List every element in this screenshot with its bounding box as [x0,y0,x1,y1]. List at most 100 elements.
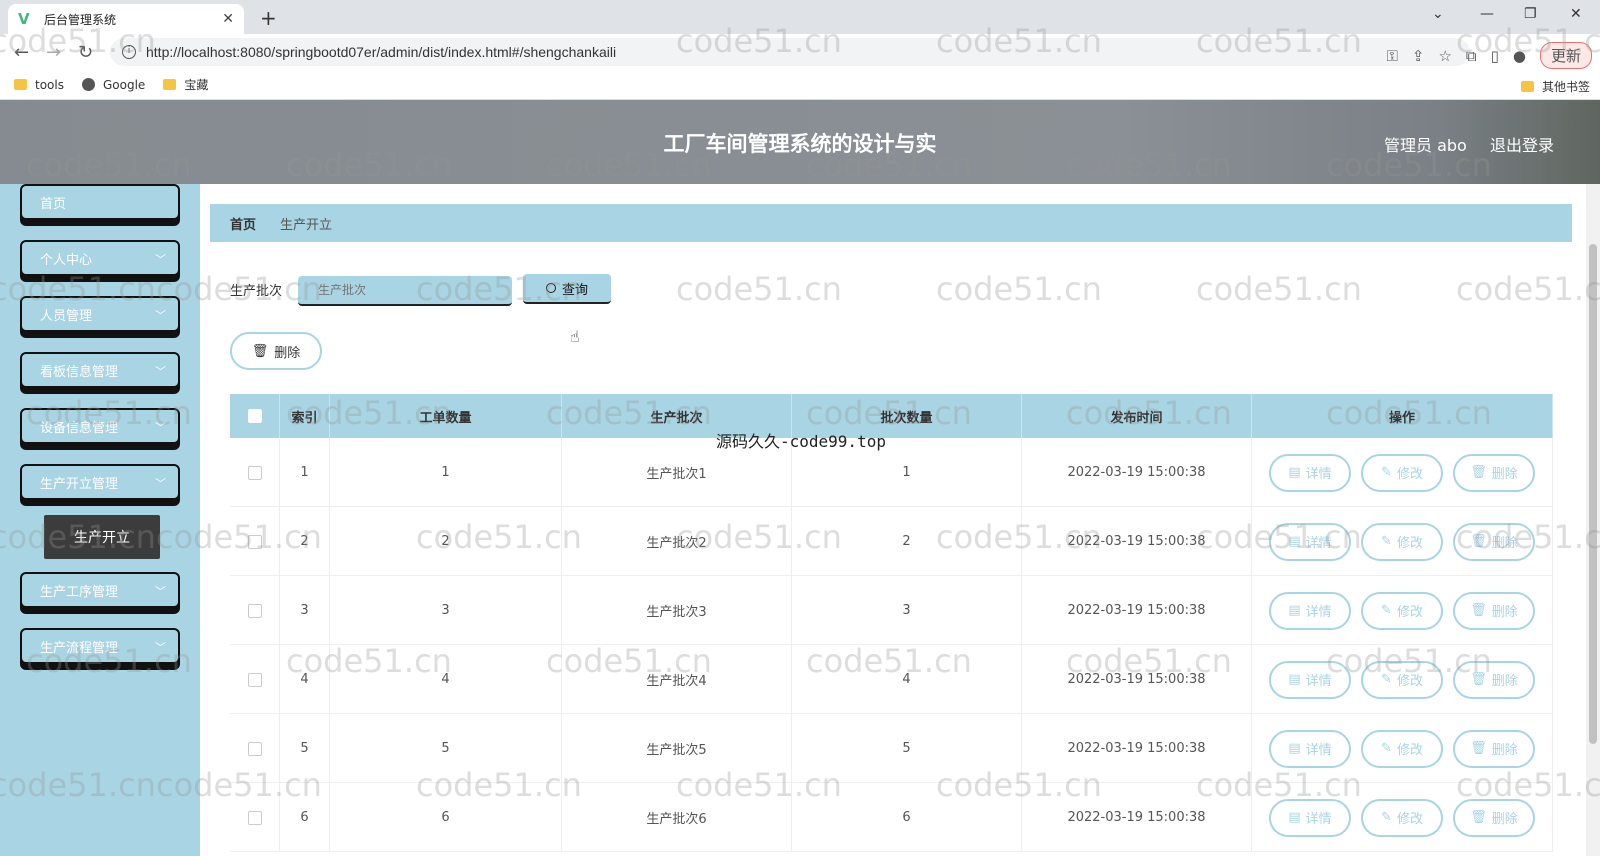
cell-index: 5 [280,714,330,783]
cell-actions: ▤ 详情 ✎ 修改 🗑 删除 [1252,714,1553,783]
edit-button[interactable]: ✎ 修改 [1361,798,1443,837]
sidebar-item-board[interactable]: 看板信息管理 ﹀ [20,352,180,388]
document-icon: ▤ [1288,741,1301,756]
detail-button[interactable]: ▤ 详情 [1269,798,1351,837]
detail-button[interactable]: ▤ 详情 [1269,660,1351,699]
close-tab-icon[interactable]: ✕ [222,11,234,27]
sidebar-item-process[interactable]: 生产工序管理 ﹀ [20,572,180,608]
query-button[interactable]: 查询 [523,274,611,304]
delete-button[interactable]: 🗑 删除 [1453,591,1535,630]
chevron-down-icon: ﹀ [155,421,166,434]
chevron-down-icon: ﹀ [155,641,166,654]
pencil-icon: ✎ [1381,465,1392,480]
header-actions: 操作 [1252,394,1553,438]
page-scrollbar[interactable] [1586,184,1600,856]
row-checkbox[interactable] [247,603,262,618]
logout-link[interactable]: 退出登录 [1490,132,1554,156]
row-checkbox[interactable] [247,534,262,549]
detail-button[interactable]: ▤ 详情 [1269,591,1351,630]
row-select-cell [230,714,280,783]
other-bookmarks-label: 其他书签 [1541,80,1590,94]
row-checkbox[interactable] [247,741,262,756]
minimize-icon[interactable]: — [1480,6,1494,22]
delete-button[interactable]: 🗑 删除 [1453,729,1535,768]
delete-button[interactable]: 🗑 删除 [1453,522,1535,561]
sidebar-item-flow[interactable]: 生产流程管理 ﹀ [20,628,180,664]
cell-batch: 生产批次3 [562,576,792,645]
edit-button[interactable]: ✎ 修改 [1361,591,1443,630]
sidebar-item-staff[interactable]: 人员管理 ﹀ [20,296,180,332]
header-publish-time[interactable]: 发布时间 [1022,394,1252,438]
cell-publish-time: 2022-03-19 15:00:38 [1022,714,1252,783]
address-actions: ⚿ ⇪ ☆ ⧉ ▯ ● 更新 [1386,42,1592,69]
forward-icon[interactable]: → [46,42,61,63]
detail-button[interactable]: ▤ 详情 [1269,522,1351,561]
edit-button[interactable]: ✎ 修改 [1361,729,1443,768]
cell-publish-time: 2022-03-19 15:00:38 [1022,783,1252,852]
row-checkbox[interactable] [247,672,262,687]
center-watermark: 源码久久-code99.top [716,432,886,451]
sidebar-item-personal-center[interactable]: 个人中心 ﹀ [20,240,180,276]
detail-button-label: 详情 [1305,674,1332,689]
star-icon[interactable]: ☆ [1438,47,1451,65]
edit-button[interactable]: ✎ 修改 [1361,660,1443,699]
detail-button-label: 详情 [1305,743,1332,758]
delete-button-label: 删除 [1491,674,1518,689]
delete-button[interactable]: 🗑 删除 [1453,660,1535,699]
bookmark-google[interactable]: Google [81,78,145,92]
other-bookmarks[interactable]: 其他书签 [1520,78,1590,95]
bookmark-tools[interactable]: tools [14,78,64,92]
document-icon: ▤ [1288,465,1301,480]
sidebar-item-label: 个人中心 [40,252,93,268]
new-tab-icon[interactable]: + [260,6,277,30]
sidebar-item-home[interactable]: 首页 [20,184,180,220]
trash-icon: 🗑 [1470,810,1487,825]
select-all-checkbox[interactable] [247,409,262,423]
batch-delete-button[interactable]: 🗑 删除 [230,332,322,370]
update-button[interactable]: 更新 [1539,42,1592,69]
edit-button[interactable]: ✎ 修改 [1361,453,1443,492]
detail-button[interactable]: ▤ 详情 [1269,729,1351,768]
browser-tab[interactable]: V 后台管理系统 ✕ [8,4,244,34]
document-icon: ▤ [1288,672,1301,687]
pencil-icon: ✎ [1381,741,1392,756]
detail-button[interactable]: ▤ 详情 [1269,453,1351,492]
back-icon[interactable]: ← [14,42,29,63]
bookmark-treasure[interactable]: 宝藏 [163,76,208,93]
delete-button[interactable]: 🗑 删除 [1453,798,1535,837]
share-icon[interactable]: ⇪ [1412,47,1425,65]
header-index[interactable]: 索引 [280,394,330,438]
site-info-icon[interactable]: i [122,45,136,59]
sidebar-item-production-open[interactable]: 生产开立管理 ﹀ [20,464,180,500]
breadcrumb: 首页 生产开立 [210,204,1572,242]
row-checkbox[interactable] [247,465,262,480]
delete-button[interactable]: 🗑 删除 [1453,453,1535,492]
edit-button[interactable]: ✎ 修改 [1361,522,1443,561]
reload-icon[interactable]: ↻ [78,42,93,63]
header-order-count[interactable]: 工单数量 [330,394,562,438]
sidebar-item-label: 生产开立管理 [40,476,119,492]
submenu-item-production-open[interactable]: 生产开立 [44,515,160,559]
close-window-icon[interactable]: ✕ [1570,6,1582,22]
extensions-icon[interactable]: ⧉ [1466,47,1477,65]
scrollbar-thumb[interactable] [1589,244,1597,744]
document-icon: ▤ [1288,603,1301,618]
cell-batch-qty: 4 [792,645,1022,714]
profile-icon[interactable]: ● [1513,47,1526,65]
batch-search-input[interactable] [298,276,512,306]
cell-batch: 生产批次4 [562,645,792,714]
delete-button-label: 删除 [1491,467,1518,482]
row-checkbox[interactable] [247,810,262,825]
breadcrumb-home[interactable]: 首页 [230,214,256,233]
row-select-cell [230,438,280,507]
key-icon[interactable]: ⚿ [1386,47,1397,65]
select-all-cell [230,394,280,438]
breadcrumb-current: 生产开立 [280,217,333,233]
restore-icon[interactable]: ❐ [1524,6,1537,22]
pencil-icon: ✎ [1381,672,1392,687]
sidepanel-icon[interactable]: ▯ [1491,47,1499,65]
url-field[interactable]: i http://localhost:8080/springbootd07er/… [110,38,1470,66]
tab-search-icon[interactable]: ⌄ [1432,6,1444,22]
sidebar-item-label: 看板信息管理 [40,364,119,380]
sidebar-item-equipment[interactable]: 设备信息管理 ﹀ [20,408,180,444]
